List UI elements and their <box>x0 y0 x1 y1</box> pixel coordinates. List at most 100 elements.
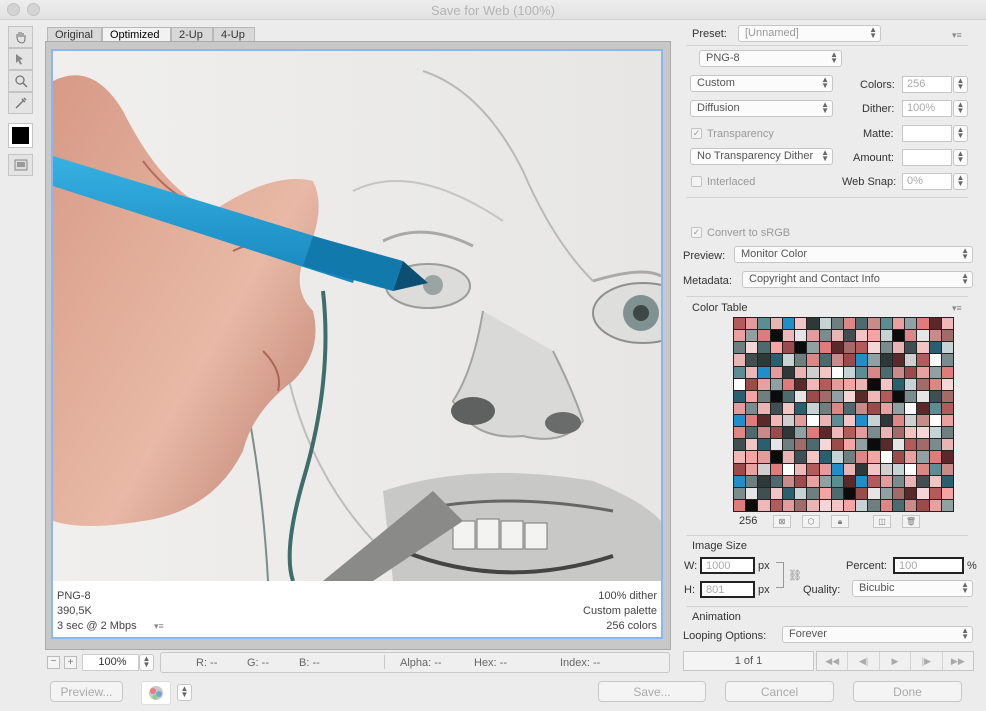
color-swatch[interactable] <box>734 499 746 511</box>
color-swatch[interactable] <box>734 378 746 390</box>
quality-select[interactable]: Bicubic ▲ ▼ <box>852 580 973 597</box>
tab-2-up[interactable]: 2-Up <box>171 27 213 42</box>
color-reduction-select[interactable]: Custom ▲ ▼ <box>690 75 833 92</box>
color-swatch[interactable] <box>929 390 941 402</box>
save-button[interactable]: Save... <box>598 681 706 702</box>
color-swatch[interactable] <box>734 330 746 342</box>
next-frame-button[interactable]: |▶ <box>911 652 943 670</box>
color-swatch[interactable] <box>734 439 746 451</box>
color-swatch[interactable] <box>905 499 917 511</box>
color-swatch[interactable] <box>831 487 843 499</box>
color-swatch[interactable] <box>905 451 917 463</box>
color-swatch[interactable] <box>795 499 807 511</box>
color-swatch[interactable] <box>868 451 880 463</box>
color-swatch[interactable] <box>941 354 953 366</box>
color-swatch[interactable] <box>807 499 819 511</box>
toggle-slices-button[interactable] <box>8 154 33 176</box>
slice-select-tool[interactable] <box>8 48 33 70</box>
color-swatch[interactable] <box>782 475 795 487</box>
color-swatch[interactable] <box>758 402 770 414</box>
color-swatch[interactable] <box>831 318 843 330</box>
color-swatch[interactable] <box>941 402 953 414</box>
color-swatch[interactable] <box>905 487 917 499</box>
color-swatch[interactable] <box>795 439 807 451</box>
color-swatch[interactable] <box>782 451 795 463</box>
color-swatch[interactable] <box>868 378 880 390</box>
color-swatch[interactable] <box>819 366 831 378</box>
color-swatch[interactable] <box>917 499 929 511</box>
color-swatch[interactable] <box>917 366 929 378</box>
color-swatch[interactable] <box>929 427 941 439</box>
color-swatch[interactable] <box>758 415 770 427</box>
color-swatch[interactable] <box>856 402 868 414</box>
color-swatch[interactable] <box>819 439 831 451</box>
color-swatch[interactable] <box>892 342 905 354</box>
color-swatch[interactable] <box>929 499 941 511</box>
color-swatch[interactable] <box>758 499 770 511</box>
matte-stepper[interactable]: ▲ ▼ <box>953 125 968 142</box>
color-swatch[interactable] <box>941 487 953 499</box>
color-swatch[interactable] <box>807 390 819 402</box>
color-swatch[interactable] <box>734 354 746 366</box>
color-swatch[interactable] <box>831 475 843 487</box>
color-swatch[interactable] <box>844 318 856 330</box>
color-swatch[interactable] <box>892 463 905 475</box>
color-swatch[interactable] <box>782 330 795 342</box>
color-swatch[interactable] <box>758 427 770 439</box>
color-swatch[interactable] <box>905 463 917 475</box>
color-swatch[interactable] <box>807 463 819 475</box>
color-swatch[interactable] <box>770 318 782 330</box>
color-swatch[interactable] <box>795 390 807 402</box>
color-swatch[interactable] <box>782 390 795 402</box>
color-swatch[interactable] <box>880 451 892 463</box>
color-swatch[interactable] <box>941 330 953 342</box>
color-swatch[interactable] <box>892 451 905 463</box>
color-swatch[interactable] <box>795 378 807 390</box>
color-swatch[interactable] <box>831 415 843 427</box>
color-swatch[interactable] <box>758 330 770 342</box>
color-swatch[interactable] <box>941 451 953 463</box>
color-swatch[interactable] <box>905 342 917 354</box>
color-swatch[interactable] <box>917 378 929 390</box>
color-swatch[interactable] <box>844 487 856 499</box>
color-swatch[interactable] <box>917 451 929 463</box>
color-swatch[interactable] <box>856 439 868 451</box>
color-swatch[interactable] <box>819 451 831 463</box>
color-swatch[interactable] <box>868 342 880 354</box>
amount-field[interactable] <box>902 149 952 166</box>
color-swatch[interactable] <box>905 330 917 342</box>
color-swatch[interactable] <box>856 390 868 402</box>
preview-image[interactable] <box>53 51 661 581</box>
color-swatch[interactable] <box>844 366 856 378</box>
browser-select-stepper[interactable]: ▲ ▼ <box>177 684 192 701</box>
color-swatch[interactable] <box>746 439 758 451</box>
previous-frame-button[interactable]: ◀| <box>848 652 880 670</box>
color-swatch[interactable] <box>892 366 905 378</box>
color-swatch[interactable] <box>892 354 905 366</box>
color-swatch[interactable] <box>892 499 905 511</box>
cancel-button[interactable]: Cancel <box>725 681 834 702</box>
color-swatch[interactable] <box>941 415 953 427</box>
color-swatch[interactable] <box>807 487 819 499</box>
dither-amount-stepper[interactable]: ▲ ▼ <box>953 100 968 117</box>
color-swatch[interactable] <box>795 330 807 342</box>
color-swatch[interactable] <box>880 390 892 402</box>
color-swatch[interactable] <box>831 499 843 511</box>
color-swatch[interactable] <box>856 499 868 511</box>
color-swatch[interactable] <box>844 415 856 427</box>
color-swatch[interactable] <box>831 342 843 354</box>
color-swatch[interactable] <box>831 463 843 475</box>
color-swatch[interactable] <box>929 415 941 427</box>
color-swatch[interactable] <box>905 402 917 414</box>
color-swatch[interactable] <box>844 330 856 342</box>
color-swatch[interactable] <box>770 427 782 439</box>
color-swatch[interactable] <box>929 463 941 475</box>
color-swatch[interactable] <box>831 402 843 414</box>
height-field[interactable]: 801 <box>700 581 755 598</box>
eyedropper-color-swatch[interactable] <box>8 123 33 148</box>
color-swatch[interactable] <box>734 475 746 487</box>
color-swatch[interactable] <box>807 330 819 342</box>
color-swatch[interactable] <box>807 451 819 463</box>
map-to-transparent-button[interactable]: ⊠ <box>773 515 791 528</box>
color-swatch[interactable] <box>941 318 953 330</box>
